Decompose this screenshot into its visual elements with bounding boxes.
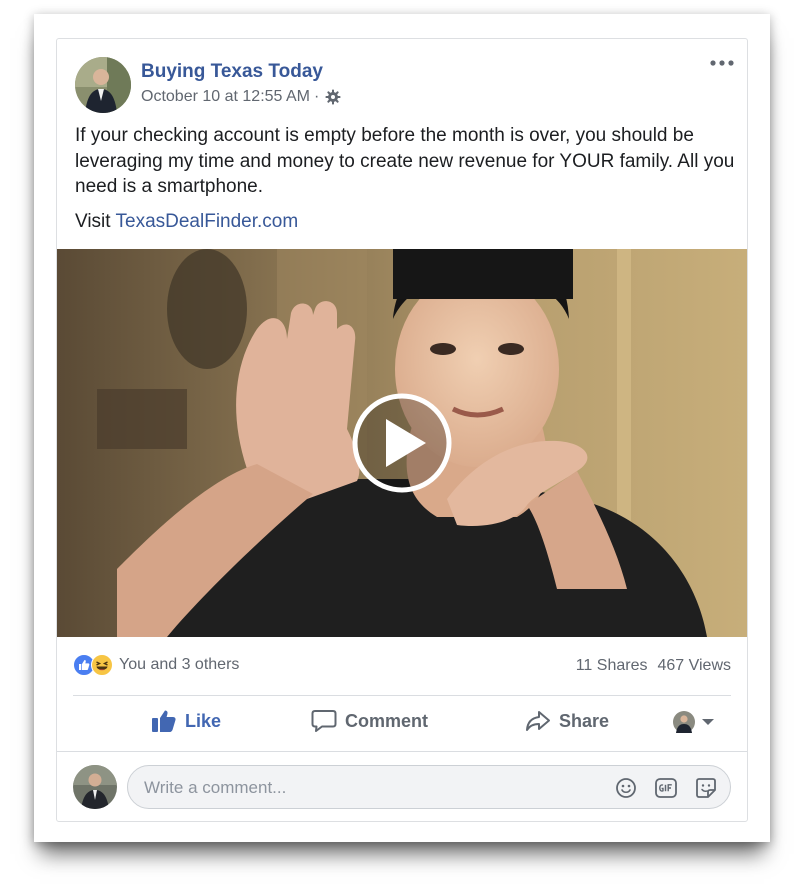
page-avatar[interactable] xyxy=(75,57,131,113)
reaction-count: You and 3 others xyxy=(119,656,240,673)
thumbs-up-icon xyxy=(152,710,176,732)
play-icon[interactable] xyxy=(352,393,452,493)
profile-avatar-icon xyxy=(673,711,695,733)
more-horizontal-icon[interactable] xyxy=(709,55,735,71)
comment-icon xyxy=(311,710,337,732)
like-label: Like xyxy=(185,710,222,731)
engagement-counts: 11 Shares 467 Views xyxy=(576,657,731,675)
post-timestamp[interactable]: October 10 at 12:55 AM xyxy=(141,88,310,106)
sticker-icon[interactable] xyxy=(694,776,718,800)
post-card: Buying Texas Today October 10 at 12:55 A… xyxy=(56,38,748,822)
comment-button[interactable]: Comment xyxy=(311,709,428,733)
haha-reaction-icon xyxy=(91,654,113,676)
post-as-selector[interactable] xyxy=(673,711,715,733)
post-body: If your checking account is empty before… xyxy=(75,123,735,200)
share-button[interactable]: Share xyxy=(525,709,609,733)
page-name-link[interactable]: Buying Texas Today xyxy=(141,61,323,83)
like-button[interactable]: Like xyxy=(151,709,221,733)
stats-divider xyxy=(73,695,731,696)
action-bar: Like Comment Share xyxy=(73,701,731,745)
gif-icon[interactable] xyxy=(654,776,678,800)
shares-count[interactable]: 11 Shares xyxy=(576,657,648,674)
share-arrow-icon xyxy=(526,711,550,731)
visit-line: Visit TexasDealFinder.com xyxy=(75,211,298,233)
comment-composer xyxy=(127,765,731,810)
emoji-icon[interactable] xyxy=(614,776,638,800)
post-body-text: If your checking account is empty before… xyxy=(75,125,735,197)
caret-down-icon xyxy=(702,719,714,725)
commenter-avatar[interactable] xyxy=(73,765,117,809)
visit-prefix: Visit xyxy=(75,211,116,232)
external-link[interactable]: TexasDealFinder.com xyxy=(116,211,299,232)
reaction-summary[interactable]: You and 3 others xyxy=(73,654,239,676)
comment-input[interactable] xyxy=(142,766,606,810)
post-stats: You and 3 others 11 Shares 467 Views xyxy=(73,647,731,687)
post-meta: October 10 at 12:55 AM · xyxy=(141,88,341,106)
views-count: 467 Views xyxy=(657,657,731,674)
comment-label: Comment xyxy=(345,710,429,731)
composer-divider xyxy=(57,751,747,752)
video-player[interactable] xyxy=(57,249,747,637)
gear-icon[interactable] xyxy=(325,89,341,105)
share-label: Share xyxy=(559,710,610,731)
meta-separator: · xyxy=(314,88,320,105)
